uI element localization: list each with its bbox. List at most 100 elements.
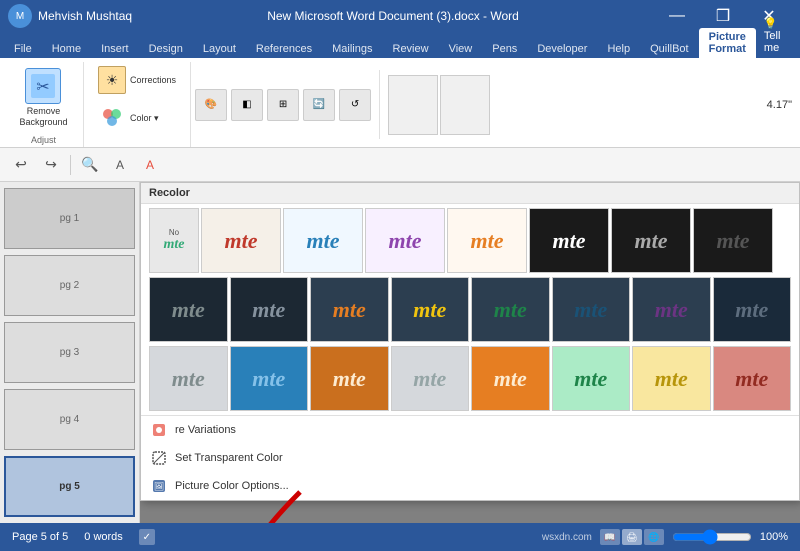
tab-view[interactable]: View [439, 40, 483, 58]
recolor-tile-r3-1[interactable]: mte [149, 346, 228, 411]
undo-button[interactable]: ↩ [8, 152, 34, 178]
title-bar-username: Mehvish Mushtaq [38, 9, 132, 23]
recolor-tile-r3-2[interactable]: mte [230, 346, 309, 411]
tab-home[interactable]: Home [42, 40, 91, 58]
transparency-btn[interactable]: ◧ [231, 89, 263, 121]
ribbon-right-actions: 💡 Tell me 🔗 Share [756, 15, 800, 58]
tab-pens[interactable]: Pens [482, 40, 527, 58]
view-controls: 📖 🖨 🌐 [600, 529, 664, 545]
recolor-menu: re Variations Set Transparent Color 🖼 Pi… [141, 415, 799, 500]
corrections-label: Corrections [130, 75, 176, 86]
main-content: pg 1 pg 2 pg 3 pg 4 pg 5 mte mte mte mte… [0, 182, 800, 523]
recolor-tile-r2-7[interactable]: mte [632, 277, 711, 342]
color-button[interactable]: Color ▾ [92, 100, 165, 136]
recolor-tile-r1-2[interactable]: mte [201, 208, 281, 273]
reset-picture-btn[interactable]: ↺ [339, 89, 371, 121]
recolor-tile-r2-1[interactable]: mte [149, 277, 228, 342]
status-bar: Page 5 of 5 0 words ✓ wsxdn.com 📖 🖨 🌐 10… [0, 523, 800, 551]
status-bar-right: wsxdn.com 📖 🖨 🌐 100% [542, 529, 788, 545]
sidebar-thumb-1[interactable]: pg 1 [4, 188, 135, 249]
picture-variations-item[interactable]: re Variations [141, 416, 799, 444]
word-count: 0 words [84, 531, 123, 543]
tab-mailings[interactable]: Mailings [322, 40, 382, 58]
picture-color-options-item[interactable]: 🖼 Picture Color Options... [141, 472, 799, 500]
tab-file[interactable]: File [4, 40, 42, 58]
remove-background-icon: ✂ [25, 68, 61, 104]
print-view-btn[interactable]: 🖨 [622, 529, 642, 545]
tab-review[interactable]: Review [383, 40, 439, 58]
tab-quillbot[interactable]: QuillBot [640, 40, 699, 58]
remove-background-button[interactable]: ✂ RemoveBackground [13, 64, 73, 132]
corrections-button[interactable]: ☀ Corrections [92, 62, 182, 98]
recolor-tile-r2-5[interactable]: mte [471, 277, 550, 342]
sidebar-thumb-4[interactable]: pg 4 [4, 389, 135, 450]
recolor-tile-r3-7[interactable]: mte [632, 346, 711, 411]
sidebar-thumb-3[interactable]: pg 3 [4, 322, 135, 383]
read-view-btn[interactable]: 📖 [600, 529, 620, 545]
set-transparent-label: Set Transparent Color [175, 452, 283, 464]
share-button[interactable]: 🔗 Share [792, 21, 800, 50]
toolbar-row: ↩ ↪ 🔍 A A [0, 148, 800, 182]
recolor-tile-r3-8[interactable]: mte [713, 346, 792, 411]
set-transparent-color-item[interactable]: Set Transparent Color [141, 444, 799, 472]
web-view-btn[interactable]: 🌐 [644, 529, 664, 545]
ribbon-picture-tools: 🎨 ◧ ⊞ 🔄 ↺ [195, 66, 371, 143]
sidebar-thumb-2[interactable]: pg 2 [4, 255, 135, 316]
recolor-tile-r3-6[interactable]: mte [552, 346, 631, 411]
color-label: Color ▾ [130, 113, 159, 124]
ribbon-group-remove-bg: ✂ RemoveBackground Adjust [4, 62, 84, 147]
pic-style-2[interactable] [440, 75, 490, 135]
picture-styles-group [388, 66, 490, 143]
accessibility-icon[interactable]: ✓ [139, 529, 155, 545]
recolor-tile-r1-6[interactable]: mte [529, 208, 609, 273]
picture-variations-label: re Variations [175, 424, 236, 436]
recolor-tile-r3-3[interactable]: mte [310, 346, 389, 411]
recolor-tile-r2-6[interactable]: mte [552, 277, 631, 342]
recolor-tile-r1-4[interactable]: mte [365, 208, 445, 273]
zoom-out-button[interactable]: 🔍 [77, 152, 103, 178]
ribbon-tabs: File Home Insert Design Layout Reference… [0, 32, 800, 58]
tab-references[interactable]: References [246, 40, 322, 58]
tab-picture-format[interactable]: Picture Format [699, 28, 756, 58]
recolor-tile-r3-4[interactable]: mte [391, 346, 470, 411]
recolor-tile-r1-8[interactable]: mte [693, 208, 773, 273]
toolbar-divider [70, 155, 71, 175]
no-recolor-tile[interactable]: No mte [149, 208, 199, 273]
compress-pictures-btn[interactable]: ⊞ [267, 89, 299, 121]
tab-insert[interactable]: Insert [91, 40, 139, 58]
title-bar-title: New Microsoft Word Document (3).docx - W… [132, 9, 654, 23]
tab-layout[interactable]: Layout [193, 40, 246, 58]
svg-text:🖼: 🖼 [154, 482, 164, 491]
zoom-slider[interactable] [672, 531, 752, 543]
change-picture-btn[interactable]: 🔄 [303, 89, 335, 121]
recolor-tile-r2-3[interactable]: mte [310, 277, 389, 342]
document-area: mte mte mte mte mte mte mte Recolor No m… [140, 182, 800, 523]
tell-me-button[interactable]: 💡 Tell me [756, 15, 789, 56]
tab-design[interactable]: Design [139, 40, 193, 58]
font-button[interactable]: A [107, 152, 133, 178]
minimize-button[interactable]: — [654, 0, 700, 32]
redo-button[interactable]: ↪ [38, 152, 64, 178]
artistic-effects-btn[interactable]: 🎨 [195, 89, 227, 121]
picture-variations-icon [151, 422, 167, 438]
sidebar-thumb-5[interactable]: pg 5 [4, 456, 135, 517]
recolor-row-3: mte mte mte mte mte mte mte mte [141, 346, 799, 415]
recolor-tile-r2-8[interactable]: mte [713, 277, 792, 342]
set-transparent-icon [151, 450, 167, 466]
recolor-tile-r2-2[interactable]: mte [230, 277, 309, 342]
pic-style-1[interactable] [388, 75, 438, 135]
title-bar-user: M Mehvish Mushtaq [8, 4, 132, 28]
adjust-label: Adjust [31, 133, 56, 147]
recolor-tile-r2-4[interactable]: mte [391, 277, 470, 342]
ribbon-group-adjust: ☀ Corrections Color ▾ [84, 62, 191, 147]
recolor-tile-r3-5[interactable]: mte [471, 346, 550, 411]
recolor-tile-r1-5[interactable]: mte [447, 208, 527, 273]
picture-color-options-label: Picture Color Options... [175, 480, 289, 492]
recolor-tile-r1-3[interactable]: mte [283, 208, 363, 273]
font-color-button[interactable]: A [137, 152, 163, 178]
tab-help[interactable]: Help [597, 40, 640, 58]
ribbon-bar: ✂ RemoveBackground Adjust ☀ Corrections … [0, 58, 800, 148]
color-icon [98, 104, 126, 132]
recolor-tile-r1-7[interactable]: mte [611, 208, 691, 273]
tab-developer[interactable]: Developer [527, 40, 597, 58]
